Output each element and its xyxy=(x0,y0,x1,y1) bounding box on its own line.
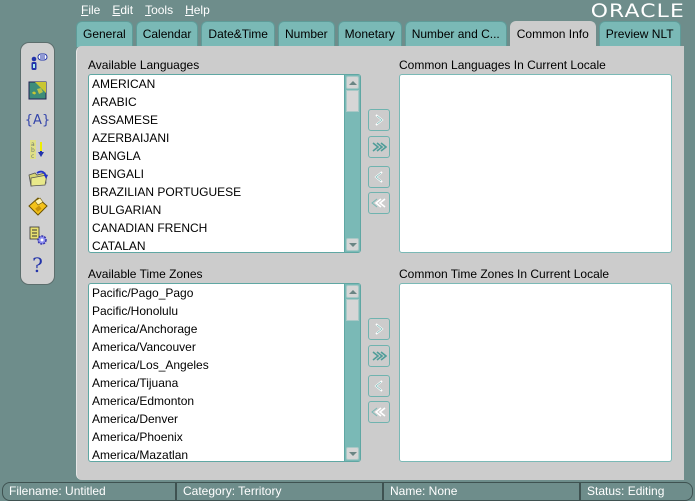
list-item[interactable]: BENGALI xyxy=(91,165,343,183)
chevron-left-icon xyxy=(374,171,383,183)
scroll-thumb[interactable] xyxy=(346,90,359,112)
available-time-zones-list[interactable]: Pacific/Pago_Pago Pacific/Honolulu America… xyxy=(88,283,361,462)
list-item[interactable]: America/Edmonton xyxy=(91,392,343,410)
status-filename: Filename: Untitled xyxy=(2,482,176,501)
double-chevron-right-icon xyxy=(372,351,387,361)
list-item[interactable]: America/Los_Angeles xyxy=(91,356,343,374)
character-set-button[interactable]: {A} xyxy=(24,109,51,131)
double-chevron-right-icon xyxy=(372,142,387,152)
side-toolbar: {A} a b c ? xyxy=(20,42,55,285)
list-item[interactable]: BRAZILIAN PORTUGUESE xyxy=(91,183,343,201)
chevron-right-icon xyxy=(375,114,384,126)
tab-monetary[interactable]: Monetary xyxy=(337,21,402,47)
remove-all-languages-button[interactable] xyxy=(368,192,390,214)
status-name: Name: None xyxy=(383,482,580,501)
remove-language-button[interactable] xyxy=(368,166,390,188)
common-languages-list[interactable] xyxy=(399,74,672,253)
status-state: Status: Editing xyxy=(580,482,693,501)
add-language-button[interactable] xyxy=(368,109,390,131)
list-item[interactable]: BULGARIAN xyxy=(91,201,343,219)
tab-number-and-currency[interactable]: Number and C... xyxy=(404,21,507,47)
list-item[interactable]: America/Mazatlan xyxy=(91,446,343,461)
available-languages-items: AMERICAN ARABIC ASSAMESE AZERBAIJANI BANGLA B… xyxy=(91,75,343,252)
map-button[interactable] xyxy=(27,80,49,102)
add-time-zone-button[interactable] xyxy=(368,318,390,340)
remove-time-zone-button[interactable] xyxy=(368,375,390,397)
open-button[interactable] xyxy=(27,167,49,189)
sort-button[interactable]: a b c xyxy=(27,138,49,160)
open-folder-icon xyxy=(28,170,48,187)
menu-edit[interactable]: Edit xyxy=(112,2,133,18)
available-languages-list[interactable]: AMERICAN ARABIC ASSAMESE AZERBAIJANI BANGLA B… xyxy=(88,74,361,253)
common-time-zones-label: Common Time Zones In Current Locale xyxy=(399,267,610,281)
list-item[interactable]: America/Denver xyxy=(91,410,343,428)
list-item[interactable]: America/Phoenix xyxy=(91,428,343,446)
list-item[interactable]: America/Vancouver xyxy=(91,338,343,356)
tab-bar: General Calendar Date&Time Number Moneta… xyxy=(76,21,684,48)
available-time-zones-items: Pacific/Pago_Pago Pacific/Honolulu America… xyxy=(91,284,343,461)
tab-common-info[interactable]: Common Info xyxy=(509,21,596,48)
list-item[interactable]: CATALAN xyxy=(91,237,343,252)
available-time-zones-label: Available Time Zones xyxy=(88,267,203,281)
user-info-button[interactable] xyxy=(27,51,49,73)
list-item[interactable]: CANADIAN FRENCH xyxy=(91,219,343,237)
menu-bar: File Edit Tools Help xyxy=(81,2,222,18)
settings-button[interactable] xyxy=(27,225,49,247)
sort-icon: a b c xyxy=(29,140,44,160)
menu-help[interactable]: Help xyxy=(185,2,210,18)
common-languages-label: Common Languages In Current Locale xyxy=(399,58,606,72)
available-languages-label: Available Languages xyxy=(88,58,200,72)
tab-preview-nlt[interactable]: Preview NLT xyxy=(598,21,681,47)
double-chevron-left-icon xyxy=(371,407,386,417)
tab-date-time[interactable]: Date&Time xyxy=(201,21,275,47)
list-item[interactable]: AZERBAIJANI xyxy=(91,129,343,147)
arrow-up-icon xyxy=(348,80,357,85)
list-item[interactable]: AMERICAN xyxy=(91,75,343,93)
menu-file[interactable]: File xyxy=(81,2,100,18)
common-time-zones-list[interactable] xyxy=(399,283,672,462)
settings-icon xyxy=(29,226,47,245)
add-all-languages-button[interactable] xyxy=(368,136,390,158)
help-icon: ? xyxy=(32,253,43,277)
user-info-icon xyxy=(31,53,47,70)
remove-all-time-zones-button[interactable] xyxy=(368,401,390,423)
list-item[interactable]: ARABIC xyxy=(91,93,343,111)
list-item[interactable]: BANGLA xyxy=(91,147,343,165)
help-button[interactable]: ? xyxy=(27,253,49,277)
save-icon xyxy=(27,197,48,216)
status-bar: Filename: Untitled Category: Territory N… xyxy=(0,481,695,501)
double-chevron-left-icon xyxy=(371,198,386,208)
save-button[interactable] xyxy=(27,196,49,218)
arrow-up-icon xyxy=(348,289,357,294)
status-category: Category: Territory xyxy=(176,482,383,501)
scroll-thumb[interactable] xyxy=(346,299,359,321)
scroll-down-button[interactable] xyxy=(346,238,359,251)
menu-tools[interactable]: Tools xyxy=(145,2,173,18)
time-zones-scrollbar[interactable] xyxy=(344,284,360,461)
list-item[interactable]: Pacific/Pago_Pago xyxy=(91,284,343,302)
scroll-up-button[interactable] xyxy=(346,76,359,89)
list-item[interactable]: ASSAMESE xyxy=(91,111,343,129)
list-item[interactable]: Pacific/Honolulu xyxy=(91,302,343,320)
arrow-down-icon xyxy=(348,242,357,247)
list-item[interactable]: America/Tijuana xyxy=(91,374,343,392)
scroll-up-button[interactable] xyxy=(346,285,359,298)
add-all-time-zones-button[interactable] xyxy=(368,345,390,367)
arrow-down-icon xyxy=(348,451,357,456)
chevron-left-icon xyxy=(374,380,383,392)
languages-scrollbar[interactable] xyxy=(344,75,360,252)
scroll-down-button[interactable] xyxy=(346,447,359,460)
oracle-logo: ORACLE xyxy=(590,0,685,22)
list-item[interactable]: America/Anchorage xyxy=(91,320,343,338)
chevron-right-icon xyxy=(375,323,384,335)
character-set-icon: {A} xyxy=(24,112,51,128)
map-icon xyxy=(28,81,46,100)
tab-calendar[interactable]: Calendar xyxy=(135,21,199,47)
tab-number[interactable]: Number xyxy=(277,21,335,47)
tab-general[interactable]: General xyxy=(76,21,133,47)
